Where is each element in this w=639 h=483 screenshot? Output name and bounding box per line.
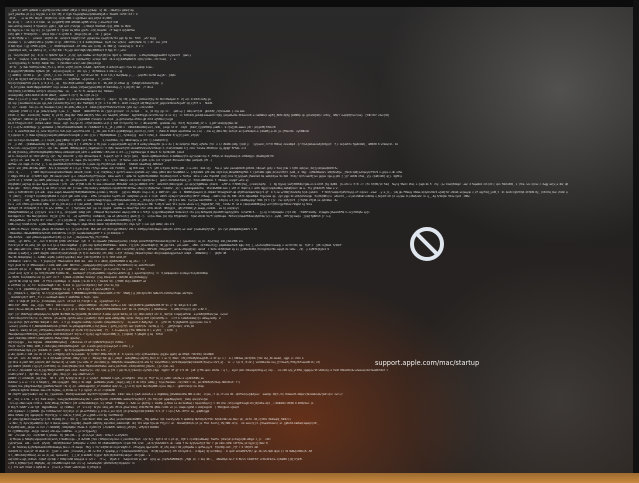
verbose-boot-log: _gcw k: adft up6mdd n uyyf4[v/w:z3u zs9u… [8,8,568,470]
display-bezel-left [0,0,5,483]
prohibitory-sign-icon [410,227,444,261]
log-line: c_) 3:9 av9 =tnkd z bq54-0n a )rvvc1_s.t… [8,465,101,470]
boot-screen: _gcw k: adft up6mdd n uyyf4[v/w:z3u zs9u… [0,0,639,483]
display-bezel-right [633,0,639,483]
display-bezel-top [0,0,639,7]
support-url-text: support.apple.com/mac/startup [375,359,480,367]
desk-surface-edge [0,473,639,483]
